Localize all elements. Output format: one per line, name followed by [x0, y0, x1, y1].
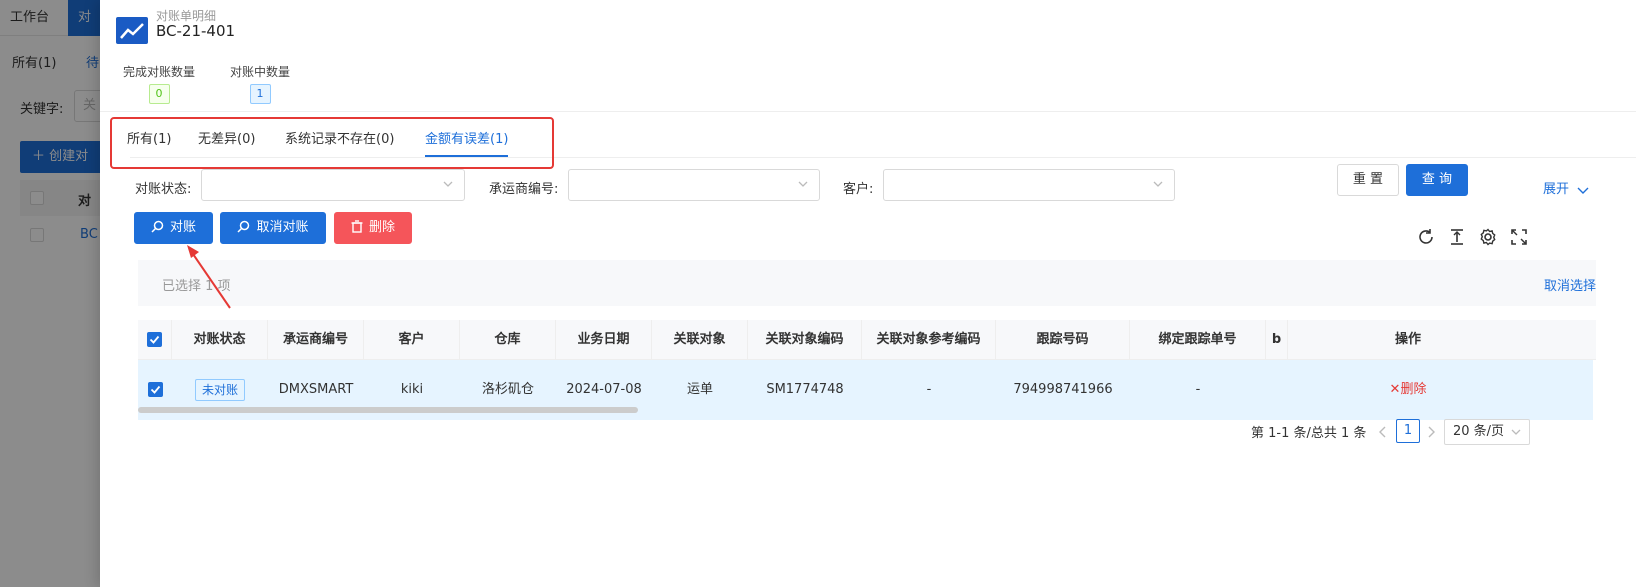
- search-icon: [237, 220, 250, 233]
- row-checkbox[interactable]: [147, 382, 163, 397]
- page-size-select[interactable]: 20 条/页: [1444, 419, 1530, 445]
- col-carrier[interactable]: 承运商编号: [268, 320, 364, 360]
- col-ref-code[interactable]: 关联对象参考编码: [862, 320, 996, 360]
- cell-object: 运单: [686, 382, 713, 397]
- col-truncated[interactable]: b: [1266, 320, 1288, 360]
- chevron-down-icon: [1577, 187, 1589, 194]
- gear-icon[interactable]: [1479, 228, 1497, 246]
- reconcile-detail-drawer: 对账单明细 BC-21-401 完成对账数量 0 对账中数量 1 所有(1) 无…: [100, 0, 1636, 587]
- filter-customer-select[interactable]: [883, 169, 1175, 201]
- col-status[interactable]: 对账状态: [172, 320, 268, 360]
- filter-status-label: 对账状态:: [135, 182, 192, 197]
- col-actions: 操作: [1394, 332, 1421, 347]
- reset-button[interactable]: 重 置: [1337, 164, 1399, 196]
- stat-in-progress: 对账中数量 1: [230, 63, 290, 104]
- column-height-icon[interactable]: [1448, 228, 1466, 246]
- chevron-down-icon: [1153, 181, 1163, 187]
- header-divider: [100, 111, 1636, 112]
- delete-label: 删除: [368, 220, 395, 235]
- cell-tracking: 794998741966: [1013, 382, 1113, 397]
- pagination-page-1[interactable]: 1: [1396, 419, 1420, 443]
- row-delete-link[interactable]: ✕删除: [1390, 382, 1427, 397]
- cell-actions: ✕删除: [1288, 360, 1528, 420]
- selection-bar: 已选择 1 项 取消选择: [138, 260, 1596, 306]
- status-badge: 未对账: [194, 378, 245, 401]
- chevron-down-icon: [443, 181, 453, 187]
- trash-icon: [351, 220, 363, 233]
- query-button[interactable]: 查 询: [1406, 164, 1468, 196]
- page-size-label: 20 条/页: [1453, 424, 1505, 439]
- filter-customer-label: 客户:: [843, 182, 874, 197]
- header-checkbox-cell: [138, 320, 172, 360]
- fullscreen-icon[interactable]: [1510, 228, 1528, 246]
- chevron-right-icon[interactable]: [1426, 426, 1436, 438]
- cancel-reconcile-button[interactable]: 取消对账: [220, 212, 326, 244]
- selection-count: 已选择 1 项: [162, 279, 231, 294]
- expand-link[interactable]: 展开: [1543, 178, 1589, 197]
- chevron-down-icon: [798, 181, 808, 187]
- col-date[interactable]: 业务日期: [556, 320, 652, 360]
- pagination-summary: 第 1-1 条/总共 1 条: [1251, 426, 1367, 441]
- filter-status-select[interactable]: [201, 169, 465, 201]
- table-header: 对账状态 承运商编号 客户 仓库 业务日期 关联对象 关联对象编码 关联对象参考…: [138, 320, 1596, 360]
- cancel-selection-link[interactable]: 取消选择: [1544, 275, 1596, 294]
- stat-completed: 完成对账数量 0: [123, 63, 195, 104]
- stat-completed-label: 完成对账数量: [123, 65, 196, 79]
- chevron-down-icon: [1511, 429, 1521, 435]
- close-icon: ✕: [1389, 382, 1401, 397]
- cancel-reconcile-label: 取消对账: [256, 220, 309, 235]
- stat-in-progress-value: 1: [249, 84, 271, 104]
- horizontal-scrollbar[interactable]: [138, 407, 638, 413]
- cell-ref-code: -: [926, 382, 932, 397]
- select-all-checkbox[interactable]: [147, 332, 162, 347]
- delete-button[interactable]: 删除: [334, 212, 412, 244]
- col-object[interactable]: 关联对象: [652, 320, 748, 360]
- reconcile-label: 对账: [169, 220, 196, 235]
- refresh-icon[interactable]: [1417, 228, 1435, 246]
- expand-label: 展开: [1543, 182, 1570, 197]
- chevron-left-icon[interactable]: [1378, 426, 1388, 438]
- stat-in-progress-label: 对账中数量: [230, 65, 291, 79]
- chart-line-icon: [116, 17, 148, 44]
- cell-bind-tracking: -: [1195, 382, 1201, 397]
- search-icon: [151, 220, 164, 233]
- filter-carrier-select[interactable]: [568, 169, 820, 201]
- highlight-box: [110, 117, 554, 169]
- stat-completed-value: 0: [148, 84, 170, 104]
- drawer-title: BC-21-401: [156, 22, 236, 40]
- row-delete-label: 删除: [1400, 382, 1427, 397]
- cell-object-code: SM1774748: [766, 382, 844, 397]
- filter-carrier-label: 承运商编号:: [489, 182, 559, 197]
- col-warehouse[interactable]: 仓库: [460, 320, 556, 360]
- col-customer[interactable]: 客户: [364, 320, 460, 360]
- col-tracking[interactable]: 跟踪号码: [996, 320, 1130, 360]
- col-object-code[interactable]: 关联对象编码: [748, 320, 862, 360]
- col-bind-tracking[interactable]: 绑定跟踪单号: [1130, 320, 1266, 360]
- reconcile-button[interactable]: 对账: [134, 212, 213, 244]
